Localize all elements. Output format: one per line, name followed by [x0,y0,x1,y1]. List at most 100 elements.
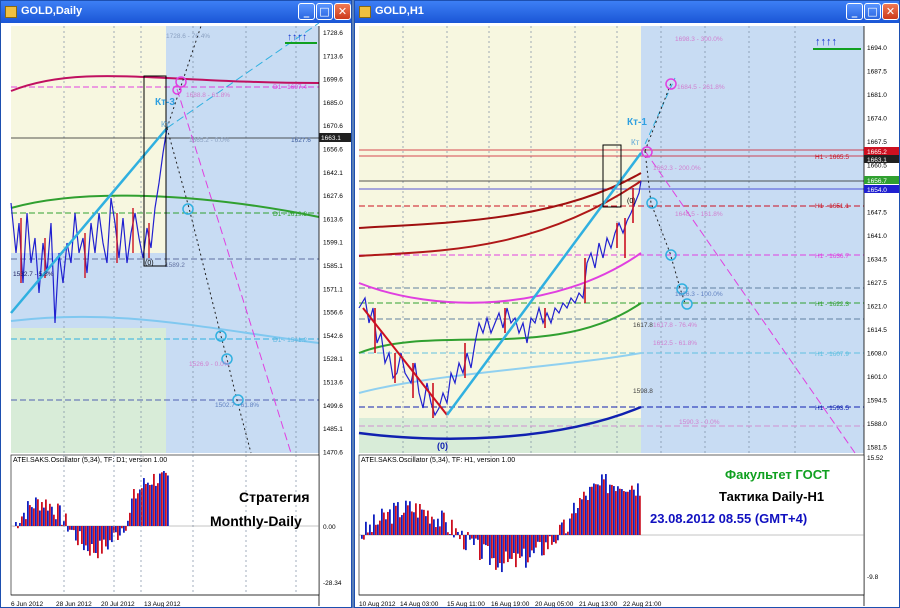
right-osc-bar [467,532,469,535]
left-osc-bar [71,526,73,530]
right-chart-area[interactable]: 1694.01687.51681.01674.01667.51660.51654… [355,23,899,607]
right-price-tick: 1614.5 [867,327,887,334]
left-osc-bar [101,526,103,554]
right-date-2: 14 Aug 03:00 [400,601,439,608]
left-osc-bar [153,473,155,526]
right-osc-bar [403,512,405,535]
right-osc-bar [389,509,391,535]
wave-zero-a: (0) [627,198,636,205]
minimize-button[interactable]: _ [846,3,863,20]
right-osc-bar [599,485,601,535]
right-osc-bar [401,515,403,535]
left-title-bar[interactable]: GOLD,Daily _ □ ✕ [1,1,351,23]
up-arrows-icon: ↑↑↑↑ [815,36,837,48]
left-osc-bar [159,473,161,526]
right-osc-bar [373,514,375,535]
right-osc-bar [611,484,613,535]
left-osc-bar [73,526,75,531]
close-button[interactable]: ✕ [882,3,899,20]
right-osc-bar [515,535,517,568]
right-title-bar[interactable]: GOLD,H1 _ □ ✕ [355,1,899,23]
right-osc-bar [603,479,605,535]
right-osc-bar [433,519,435,535]
right-osc-bar [407,505,409,535]
left-osc-bar [67,526,69,532]
right-osc-bar [545,535,547,543]
left-osc-bar [23,512,25,526]
right-osc-bar [587,500,589,535]
left-osc-bar [35,497,37,526]
right-osc-bar [601,474,603,535]
right-osc-bar [609,484,611,535]
right-osc-bar [639,495,641,535]
wave-kt1-label: Кт-1 [627,117,647,128]
chart-window-icon [359,6,371,18]
left-osc-bar [55,519,57,526]
left-osc-bar [115,526,117,533]
right-osc-bar [547,535,549,550]
right-osc-bar [473,535,475,545]
right-osc-bar [519,535,521,558]
left-price-tick: 1599.1 [323,240,343,247]
minimize-button[interactable]: _ [298,3,315,20]
left-osc-bar [93,526,95,553]
right-osc-bar [493,535,495,559]
right-osc-title: ATEI.SAKS.Oscillator (5,34), TF: H1, ver… [361,457,516,464]
right-osc-bar [363,535,365,540]
right-chart-svg: 1694.01687.51681.01674.01667.51660.51654… [355,23,899,608]
left-price-tick: 1728.6 [323,30,343,37]
right-osc-bar [413,512,415,535]
right-osc-bar [627,491,629,535]
right-osc-bar [459,535,461,540]
right-osc-bar [513,535,515,553]
right-osc-bar [411,511,413,535]
right-osc-bar [509,535,511,559]
left-chart-area[interactable]: 1728.6 1713.6 1699.6 1685.0 1670.6 1656.6 1642… [1,23,351,607]
left-osc-bar [21,516,23,526]
right-osc-bar [379,520,381,535]
left-osc-bar [133,489,135,526]
left-osc-bar [143,478,145,526]
right-osc-bar [419,503,421,535]
left-osc-bar [145,483,147,526]
left-osc-bar [111,526,113,543]
right-price-2: 1663.1 [867,157,887,164]
right-osc-bar [525,535,527,568]
maximize-button[interactable]: □ [864,3,881,20]
chart-window-icon [5,6,17,18]
right-osc-bar [589,486,591,535]
wave-zero-label: (0) [145,260,154,267]
right-osc-bar [565,533,567,535]
right-date-7: 22 Aug 21:00 [623,601,662,608]
fib-1502: 1502.7 - 61.8% [215,402,259,409]
right-osc-bar [465,535,467,551]
right-osc-bar [477,535,479,540]
datetime-label: 23.08.2012 08.55 (GMT+4) [650,511,808,526]
right-osc-bar [387,511,389,535]
right-price-tick: 1601.0 [867,374,887,381]
right-osc-bar [577,508,579,535]
left-osc-bar [57,503,59,526]
left-osc-bar [135,498,137,526]
right-osc-bar [423,509,425,535]
close-button[interactable]: ✕ [334,3,351,20]
right-osc-bar [397,502,399,535]
right-osc-bar [555,535,557,544]
left-osc-title: ATEI.SAKS.Oscillator (5,34), TF: D1; ver… [13,457,168,464]
right-osc-bar [427,510,429,535]
left-current-price: 1663.1 [321,135,341,142]
right-price-tick: 1634.5 [867,257,887,264]
left-osc-bar [167,475,169,526]
left-osc-bar [39,510,41,526]
right-osc-bar [501,535,503,573]
left-price-tick: 1556.6 [323,310,343,317]
left-date-4: 13 Aug 2012 [144,601,181,608]
maximize-button[interactable]: □ [316,3,333,20]
left-osc-bar [75,526,77,541]
right-price-3: 1656.7 [867,178,887,185]
left-date-1: 6 Jun 2012 [11,601,44,608]
right-osc-bar [551,535,553,545]
right-osc-bar [633,489,635,535]
right-osc-bar [451,519,453,535]
fib-1617: 1617.8 - 76.4% [653,322,697,329]
